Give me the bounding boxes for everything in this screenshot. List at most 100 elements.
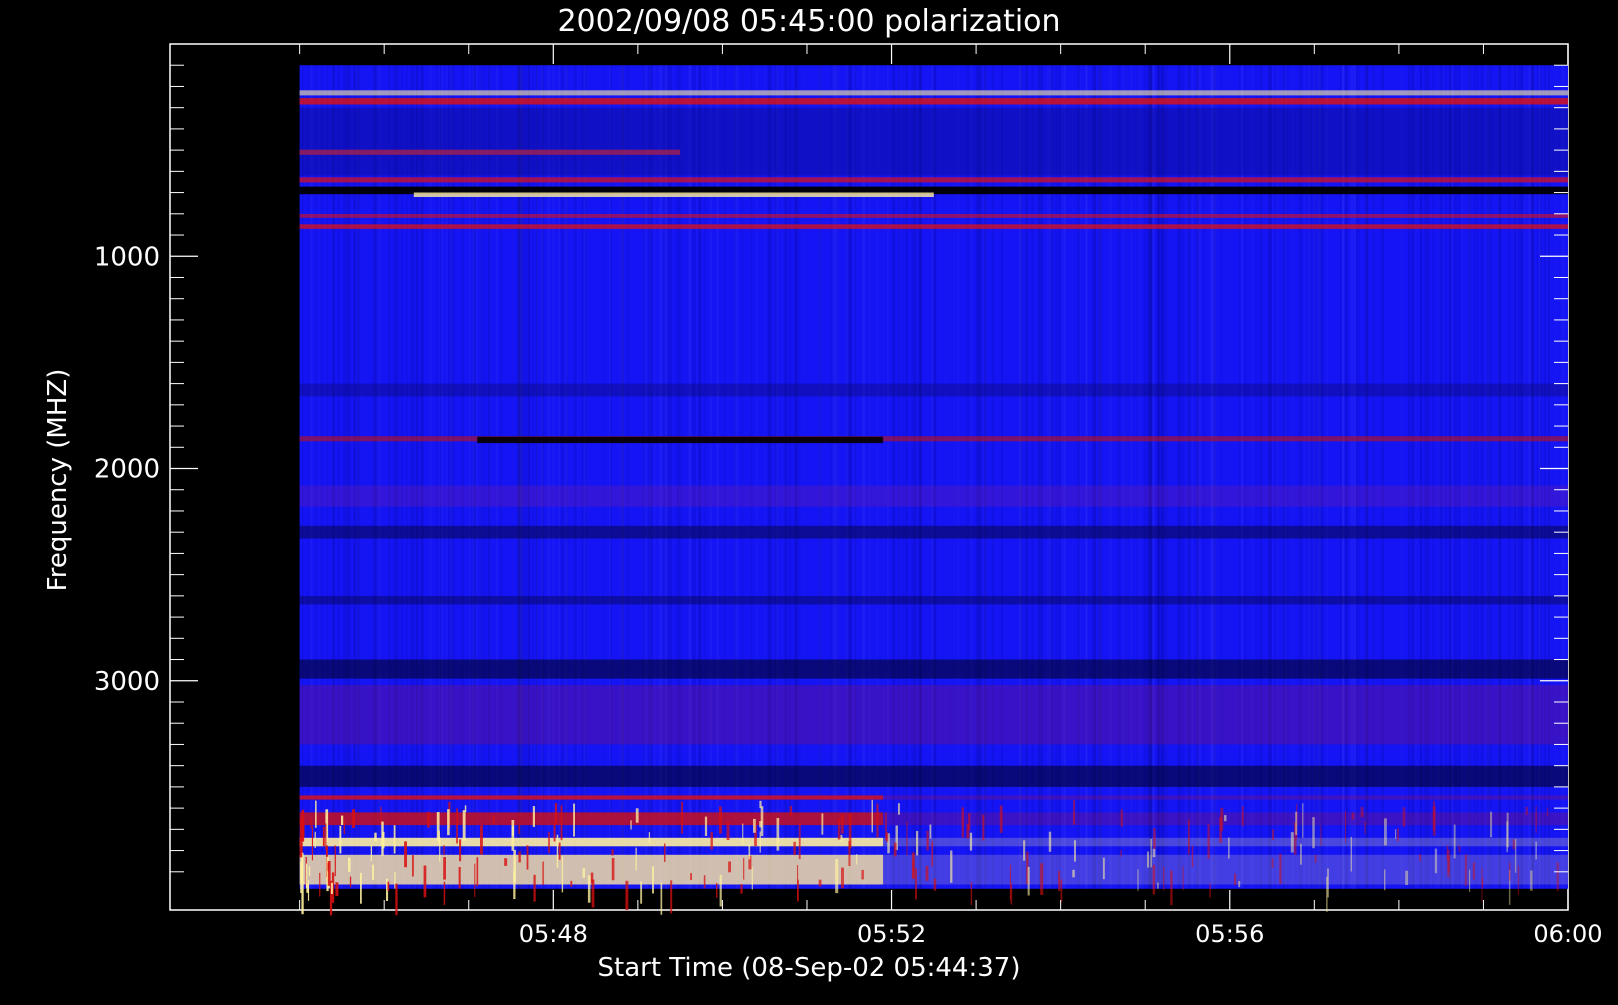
burst-streak	[1241, 806, 1244, 827]
burst-streak	[743, 857, 745, 880]
spectral-band	[299, 383, 1568, 397]
spectral-line	[299, 90, 1569, 96]
spectral-line	[413, 192, 934, 197]
burst-streak	[1295, 811, 1298, 836]
burst-streak	[728, 861, 731, 873]
burst-streak	[1432, 806, 1436, 836]
burst-streak	[458, 867, 461, 889]
burst-streak	[343, 820, 345, 834]
burst-streak	[1073, 800, 1075, 825]
burst-streak	[968, 813, 971, 830]
spectrogram-figure: 2002/09/08 05:45:00 polarization 05:48 05…	[0, 0, 1618, 1000]
burst-streak	[439, 837, 441, 862]
burst-streak	[1153, 828, 1156, 850]
spectral-line	[299, 214, 1569, 218]
burst-streak	[587, 875, 591, 903]
burst-streak	[798, 824, 801, 860]
spectral-line	[299, 177, 1569, 183]
burst-streak	[360, 872, 362, 904]
spectral-band	[299, 795, 884, 800]
burst-streak	[716, 883, 718, 898]
spectral-band	[299, 485, 1568, 507]
burst-streak	[1163, 867, 1165, 891]
burst-streak	[742, 823, 744, 845]
burst-streak	[443, 845, 445, 856]
burst-streak	[969, 832, 973, 851]
burst-streak	[423, 865, 427, 898]
burst-streak	[456, 808, 458, 844]
burst-streak	[818, 879, 822, 887]
burst-streak	[1405, 870, 1409, 885]
burst-streak	[611, 849, 614, 856]
burst-streak	[447, 809, 450, 836]
burst-streak	[591, 879, 595, 908]
burst-streak	[926, 830, 929, 851]
burst-streak	[660, 882, 663, 915]
burst-streak	[573, 803, 575, 837]
burst-streak	[1464, 854, 1468, 886]
burst-streak	[1447, 855, 1450, 873]
burst-streak	[322, 826, 325, 847]
burst-streak	[327, 862, 329, 871]
burst-streak	[681, 801, 683, 834]
burst-streak	[759, 821, 763, 828]
burst-streak	[1546, 807, 1549, 816]
spectral-line	[299, 224, 1569, 229]
burst-streak	[1530, 870, 1533, 891]
burst-streak	[582, 868, 585, 878]
burst-streak	[334, 845, 336, 877]
burst-streak	[893, 842, 897, 857]
burst-streak	[1150, 839, 1152, 868]
burst-streak	[474, 863, 476, 897]
burst-streak	[532, 806, 535, 827]
burst-streak	[311, 825, 313, 861]
burst-streak	[1314, 855, 1317, 863]
burst-streak	[1384, 869, 1386, 891]
burst-streak	[310, 817, 312, 829]
burst-streak	[1300, 843, 1302, 865]
burst-streak	[556, 834, 559, 868]
burst-streak	[1027, 866, 1030, 896]
burst-streak	[1506, 812, 1509, 848]
burst-streak	[1220, 807, 1224, 831]
burst-streak	[1279, 853, 1282, 885]
burst-streak	[797, 865, 799, 901]
burst-streak	[526, 845, 529, 870]
burst-streak	[1360, 806, 1364, 817]
burst-streak	[1517, 865, 1520, 895]
burst-streak	[560, 805, 563, 841]
burst-streak	[436, 812, 440, 841]
burst-streak	[848, 841, 851, 866]
burst-streak	[821, 813, 824, 835]
burst-streak	[370, 844, 372, 861]
burst-streak	[1364, 821, 1366, 834]
burst-streak	[861, 869, 864, 880]
burst-streak	[1271, 858, 1274, 869]
burst-streak	[548, 832, 550, 853]
burst-streak	[670, 880, 673, 914]
burst-streak	[349, 876, 352, 888]
burst-streak	[1351, 812, 1355, 820]
burst-streak	[443, 881, 446, 905]
burst-streak	[561, 856, 564, 893]
burst-streak	[330, 882, 333, 894]
burst-streak	[341, 815, 344, 825]
burst-streak	[961, 807, 964, 838]
spectral-band	[883, 795, 1568, 800]
burst-streak	[748, 844, 751, 860]
burst-streak	[740, 884, 743, 894]
burst-streak	[906, 821, 908, 856]
burst-streak	[1234, 873, 1237, 886]
spectrogram-chart: 2002/09/08 05:45:00 polarization 05:48 05…	[0, 0, 1618, 1000]
burst-streak	[558, 842, 561, 860]
chart-title: 2002/09/08 05:45:00 polarization	[557, 4, 1060, 39]
spectral-band	[299, 595, 1568, 605]
burst-streak	[412, 855, 414, 877]
burst-streak	[1458, 845, 1461, 853]
burst-streak	[570, 880, 573, 887]
burst-streak	[648, 832, 650, 844]
y-tick-label: 2000	[94, 455, 160, 485]
burst-streak	[1312, 817, 1315, 849]
burst-streak	[1272, 829, 1275, 841]
burst-streak	[1137, 869, 1139, 891]
